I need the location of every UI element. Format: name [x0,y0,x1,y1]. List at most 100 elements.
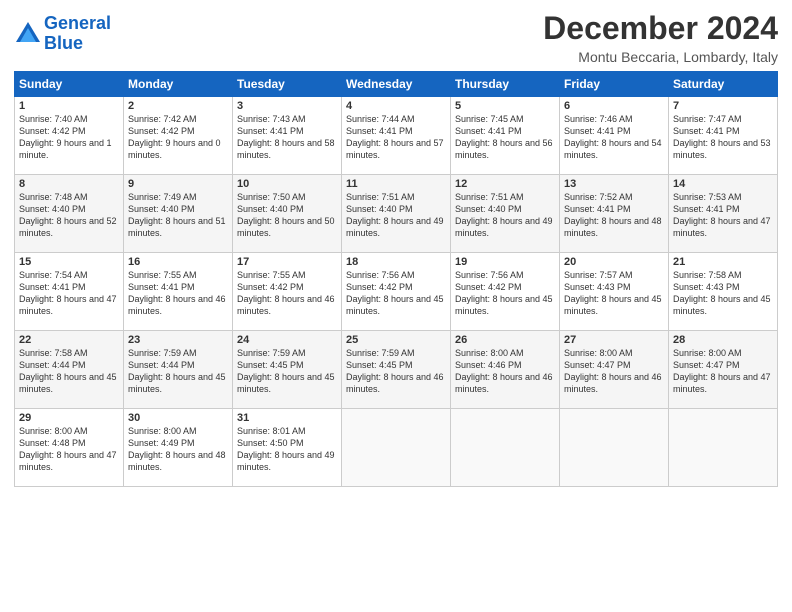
cell-info: Sunrise: 7:51 AMSunset: 4:40 PMDaylight:… [455,191,555,240]
day-number: 7 [673,100,773,112]
table-row: 3Sunrise: 7:43 AMSunset: 4:41 PMDaylight… [233,97,342,175]
cell-info: Sunrise: 8:00 AMSunset: 4:46 PMDaylight:… [455,347,555,396]
calendar-week-row: 8Sunrise: 7:48 AMSunset: 4:40 PMDaylight… [15,175,778,253]
month-title: December 2024 [543,10,778,47]
cell-info: Sunrise: 7:40 AMSunset: 4:42 PMDaylight:… [19,113,119,162]
cell-info: Sunrise: 7:59 AMSunset: 4:45 PMDaylight:… [346,347,446,396]
cell-info: Sunrise: 7:53 AMSunset: 4:41 PMDaylight:… [673,191,773,240]
table-row: 5Sunrise: 7:45 AMSunset: 4:41 PMDaylight… [451,97,560,175]
title-block: December 2024 Montu Beccaria, Lombardy, … [543,10,778,65]
cell-info: Sunrise: 8:00 AMSunset: 4:49 PMDaylight:… [128,425,228,474]
table-row: 29Sunrise: 8:00 AMSunset: 4:48 PMDayligh… [15,409,124,487]
header-saturday: Saturday [669,72,778,97]
cell-info: Sunrise: 7:43 AMSunset: 4:41 PMDaylight:… [237,113,337,162]
header-friday: Friday [560,72,669,97]
cell-info: Sunrise: 7:55 AMSunset: 4:42 PMDaylight:… [237,269,337,318]
day-number: 13 [564,178,664,190]
table-row: 2Sunrise: 7:42 AMSunset: 4:42 PMDaylight… [124,97,233,175]
calendar-week-row: 29Sunrise: 8:00 AMSunset: 4:48 PMDayligh… [15,409,778,487]
cell-info: Sunrise: 7:56 AMSunset: 4:42 PMDaylight:… [455,269,555,318]
day-number: 6 [564,100,664,112]
day-number: 8 [19,178,119,190]
day-number: 16 [128,256,228,268]
table-row: 20Sunrise: 7:57 AMSunset: 4:43 PMDayligh… [560,253,669,331]
day-number: 14 [673,178,773,190]
cell-info: Sunrise: 7:47 AMSunset: 4:41 PMDaylight:… [673,113,773,162]
calendar-week-row: 15Sunrise: 7:54 AMSunset: 4:41 PMDayligh… [15,253,778,331]
table-row [342,409,451,487]
cell-info: Sunrise: 8:01 AMSunset: 4:50 PMDaylight:… [237,425,337,474]
day-number: 9 [128,178,228,190]
cell-info: Sunrise: 7:45 AMSunset: 4:41 PMDaylight:… [455,113,555,162]
cell-info: Sunrise: 8:00 AMSunset: 4:47 PMDaylight:… [673,347,773,396]
days-header-row: Sunday Monday Tuesday Wednesday Thursday… [15,72,778,97]
cell-info: Sunrise: 7:58 AMSunset: 4:44 PMDaylight:… [19,347,119,396]
table-row: 18Sunrise: 7:56 AMSunset: 4:42 PMDayligh… [342,253,451,331]
table-row: 1Sunrise: 7:40 AMSunset: 4:42 PMDaylight… [15,97,124,175]
table-row: 21Sunrise: 7:58 AMSunset: 4:43 PMDayligh… [669,253,778,331]
cell-info: Sunrise: 7:59 AMSunset: 4:44 PMDaylight:… [128,347,228,396]
cell-info: Sunrise: 7:56 AMSunset: 4:42 PMDaylight:… [346,269,446,318]
day-number: 22 [19,334,119,346]
day-number: 19 [455,256,555,268]
table-row: 24Sunrise: 7:59 AMSunset: 4:45 PMDayligh… [233,331,342,409]
table-row: 11Sunrise: 7:51 AMSunset: 4:40 PMDayligh… [342,175,451,253]
table-row: 16Sunrise: 7:55 AMSunset: 4:41 PMDayligh… [124,253,233,331]
day-number: 28 [673,334,773,346]
page-container: General Blue December 2024 Montu Beccari… [0,0,792,497]
day-number: 25 [346,334,446,346]
day-number: 2 [128,100,228,112]
day-number: 3 [237,100,337,112]
table-row: 8Sunrise: 7:48 AMSunset: 4:40 PMDaylight… [15,175,124,253]
table-row: 22Sunrise: 7:58 AMSunset: 4:44 PMDayligh… [15,331,124,409]
day-number: 20 [564,256,664,268]
table-row [560,409,669,487]
table-row: 4Sunrise: 7:44 AMSunset: 4:41 PMDaylight… [342,97,451,175]
cell-info: Sunrise: 7:42 AMSunset: 4:42 PMDaylight:… [128,113,228,162]
table-row: 6Sunrise: 7:46 AMSunset: 4:41 PMDaylight… [560,97,669,175]
logo-text: General Blue [44,14,111,54]
cell-info: Sunrise: 7:58 AMSunset: 4:43 PMDaylight:… [673,269,773,318]
cell-info: Sunrise: 7:55 AMSunset: 4:41 PMDaylight:… [128,269,228,318]
day-number: 27 [564,334,664,346]
table-row: 7Sunrise: 7:47 AMSunset: 4:41 PMDaylight… [669,97,778,175]
table-row: 10Sunrise: 7:50 AMSunset: 4:40 PMDayligh… [233,175,342,253]
cell-info: Sunrise: 7:57 AMSunset: 4:43 PMDaylight:… [564,269,664,318]
cell-info: Sunrise: 7:49 AMSunset: 4:40 PMDaylight:… [128,191,228,240]
table-row: 28Sunrise: 8:00 AMSunset: 4:47 PMDayligh… [669,331,778,409]
day-number: 15 [19,256,119,268]
day-number: 29 [19,412,119,424]
table-row: 26Sunrise: 8:00 AMSunset: 4:46 PMDayligh… [451,331,560,409]
table-row: 23Sunrise: 7:59 AMSunset: 4:44 PMDayligh… [124,331,233,409]
day-number: 4 [346,100,446,112]
day-number: 10 [237,178,337,190]
cell-info: Sunrise: 7:52 AMSunset: 4:41 PMDaylight:… [564,191,664,240]
calendar-week-row: 22Sunrise: 7:58 AMSunset: 4:44 PMDayligh… [15,331,778,409]
cell-info: Sunrise: 7:46 AMSunset: 4:41 PMDaylight:… [564,113,664,162]
table-row: 31Sunrise: 8:01 AMSunset: 4:50 PMDayligh… [233,409,342,487]
calendar-table: Sunday Monday Tuesday Wednesday Thursday… [14,71,778,487]
header: General Blue December 2024 Montu Beccari… [14,10,778,65]
cell-info: Sunrise: 7:54 AMSunset: 4:41 PMDaylight:… [19,269,119,318]
table-row: 19Sunrise: 7:56 AMSunset: 4:42 PMDayligh… [451,253,560,331]
table-row: 9Sunrise: 7:49 AMSunset: 4:40 PMDaylight… [124,175,233,253]
header-thursday: Thursday [451,72,560,97]
day-number: 1 [19,100,119,112]
day-number: 12 [455,178,555,190]
calendar-week-row: 1Sunrise: 7:40 AMSunset: 4:42 PMDaylight… [15,97,778,175]
header-sunday: Sunday [15,72,124,97]
table-row: 13Sunrise: 7:52 AMSunset: 4:41 PMDayligh… [560,175,669,253]
table-row: 15Sunrise: 7:54 AMSunset: 4:41 PMDayligh… [15,253,124,331]
cell-info: Sunrise: 7:59 AMSunset: 4:45 PMDaylight:… [237,347,337,396]
table-row: 30Sunrise: 8:00 AMSunset: 4:49 PMDayligh… [124,409,233,487]
day-number: 30 [128,412,228,424]
day-number: 21 [673,256,773,268]
day-number: 24 [237,334,337,346]
header-monday: Monday [124,72,233,97]
day-number: 18 [346,256,446,268]
table-row [451,409,560,487]
logo-icon [14,20,42,48]
day-number: 31 [237,412,337,424]
table-row: 12Sunrise: 7:51 AMSunset: 4:40 PMDayligh… [451,175,560,253]
day-number: 5 [455,100,555,112]
